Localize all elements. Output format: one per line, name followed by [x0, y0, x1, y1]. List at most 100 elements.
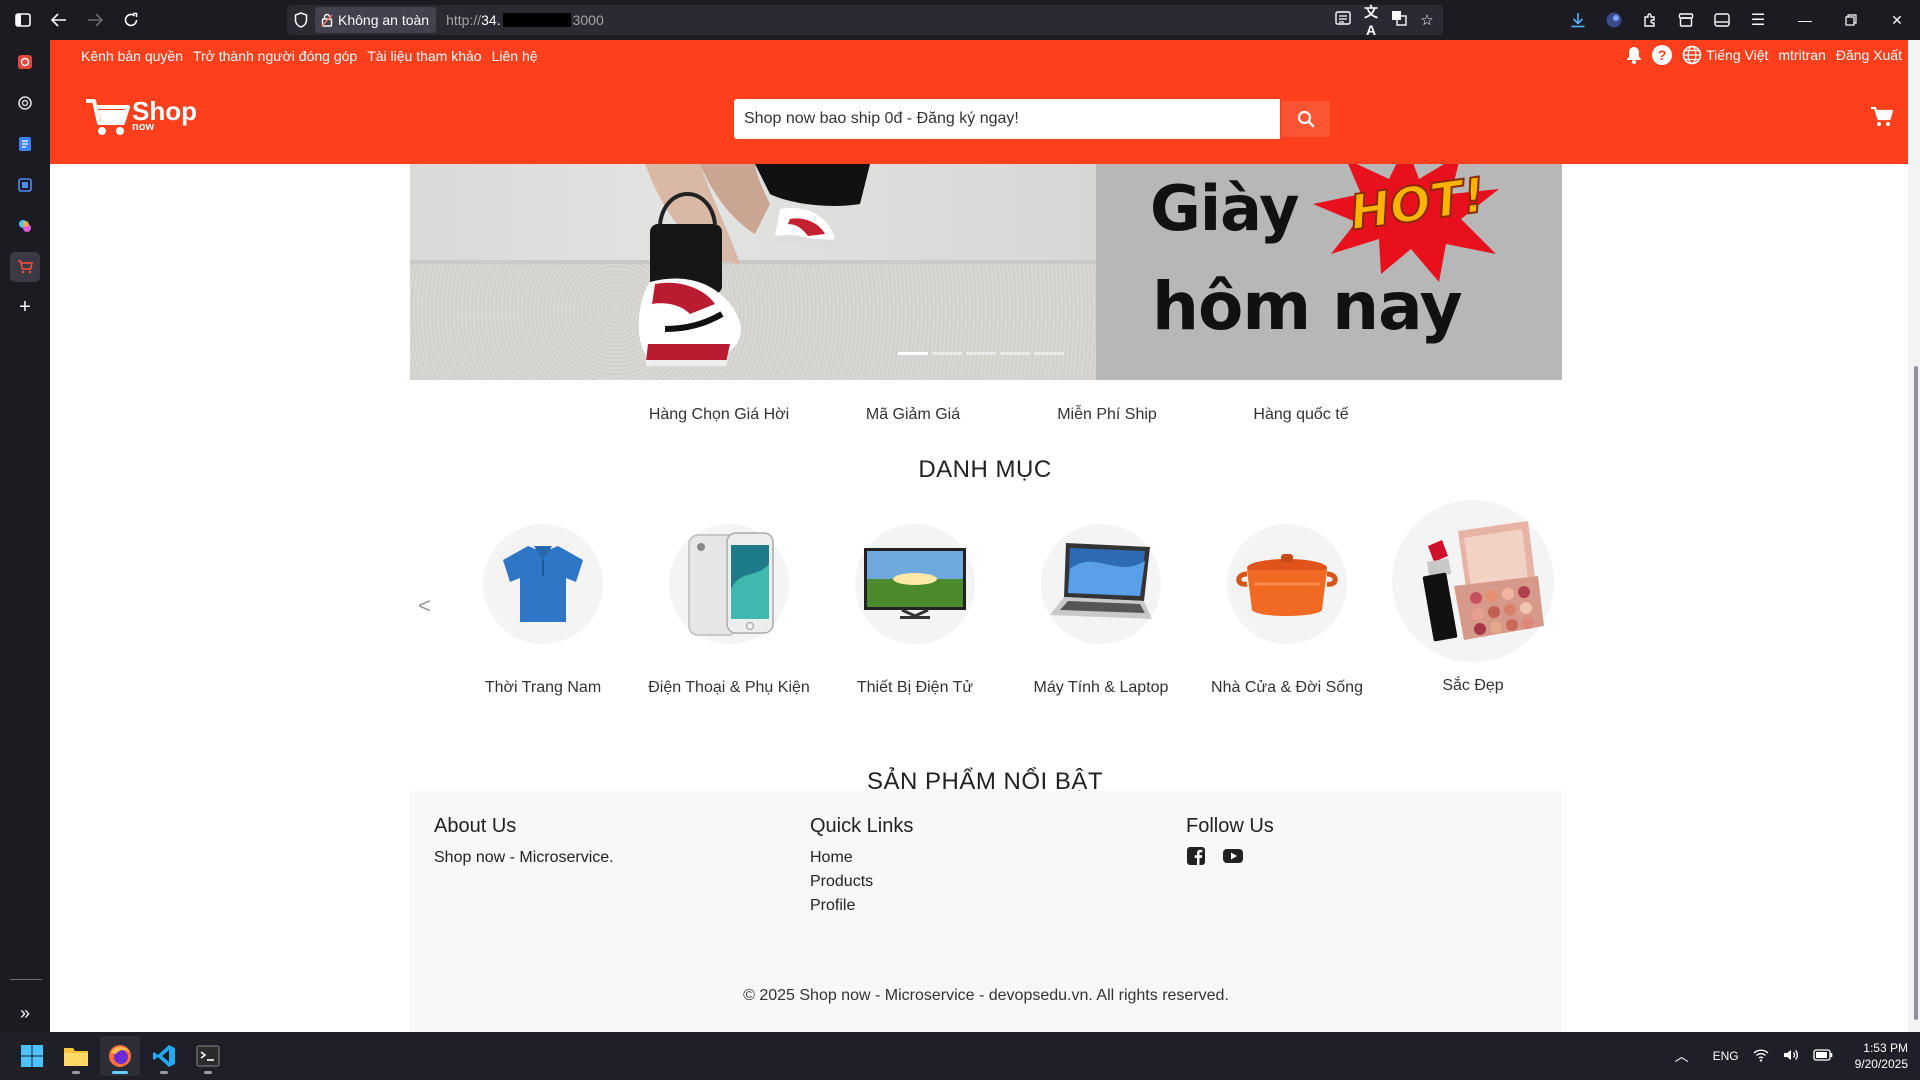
- app-menu-icon[interactable]: ☰: [1740, 0, 1776, 40]
- footer-link-home[interactable]: Home: [810, 846, 913, 870]
- page-scrollbar[interactable]: [1908, 40, 1920, 1032]
- insecure-connection-badge[interactable]: Không an toàn: [315, 7, 437, 33]
- carousel-dots: [898, 352, 1064, 355]
- add-panel-icon[interactable]: +: [10, 292, 40, 322]
- footer-link-products[interactable]: Products: [810, 870, 913, 894]
- page-viewport: Kênh bản quyền Trở thành người đóng góp …: [50, 40, 1920, 1032]
- shopping-cart-logo-icon: [86, 99, 130, 135]
- language-selector[interactable]: Tiếng Việt: [1682, 45, 1768, 65]
- carousel-dot[interactable]: [1000, 352, 1030, 355]
- help-icon[interactable]: ?: [1652, 45, 1673, 65]
- top-link-copyright-channel[interactable]: Kênh bản quyền: [81, 48, 183, 64]
- volume-icon[interactable]: [1783, 1048, 1799, 1065]
- search-button[interactable]: [1280, 99, 1332, 139]
- extension-app-icon[interactable]: [10, 170, 40, 200]
- footer-link-profile[interactable]: Profile: [810, 894, 913, 918]
- scrollbar-thumb[interactable]: [1914, 366, 1918, 1020]
- containers-icon[interactable]: [1668, 0, 1704, 40]
- banner-text-panel: Giày hôm nay HOT!: [1096, 164, 1562, 380]
- logout-link[interactable]: Đăng Xuất: [1836, 47, 1902, 63]
- lipstick-icon: [1422, 521, 1544, 642]
- pot-icon: [1236, 554, 1338, 616]
- browser-toolbar: Không an toàn http://34. 3000 文A ☆ ☰ — ✕: [0, 0, 1920, 40]
- hero-banner[interactable]: Giày hôm nay HOT!: [410, 164, 1562, 380]
- browser-sidebar: + »: [0, 40, 50, 1032]
- facebook-icon[interactable]: [1186, 846, 1206, 871]
- category-carousel: Thời Trang Nam Điện Thoại & Phụ Kiện Thi…: [450, 500, 1566, 700]
- carousel-dot[interactable]: [966, 352, 996, 355]
- forward-icon[interactable]: [77, 2, 113, 38]
- category-item[interactable]: Thiết Bị Điện Tử: [822, 500, 1008, 700]
- start-button[interactable]: [12, 1036, 52, 1076]
- top-link-reference-docs[interactable]: Tài liệu tham khảo: [367, 48, 481, 64]
- reader-view-icon[interactable]: [1333, 11, 1353, 29]
- restore-icon[interactable]: [1828, 0, 1874, 40]
- sidebar-app-1-icon[interactable]: [10, 47, 40, 77]
- promo-best-deals[interactable]: Hàng Chọn Giá Hời: [622, 406, 816, 424]
- carousel-dot[interactable]: [1034, 352, 1064, 355]
- input-language[interactable]: ENG: [1713, 1049, 1739, 1063]
- reload-icon[interactable]: [113, 2, 149, 38]
- translate-icon[interactable]: 文A: [1361, 2, 1381, 38]
- vscode-button[interactable]: [144, 1036, 184, 1076]
- minimize-icon[interactable]: —: [1782, 0, 1828, 40]
- page-translate-icon[interactable]: [1389, 10, 1409, 30]
- site-header: Kênh bản quyền Trở thành người đóng góp …: [50, 40, 1920, 164]
- carousel-dot[interactable]: [932, 352, 962, 355]
- footer-about-title: About Us: [434, 815, 517, 837]
- notification-bell-icon[interactable]: [1626, 46, 1642, 64]
- hot-burst-badge: HOT!: [1313, 164, 1499, 282]
- username-link[interactable]: mtritran: [1778, 47, 1825, 63]
- promo-international[interactable]: Hàng quốc tế: [1204, 406, 1398, 424]
- promo-free-ship[interactable]: Miễn Phí Ship: [1010, 406, 1204, 424]
- notes-icon[interactable]: [10, 129, 40, 159]
- firefox-button[interactable]: [100, 1036, 140, 1076]
- cart-icon[interactable]: [1870, 106, 1894, 133]
- sidebar-toggle-icon[interactable]: [5, 2, 41, 38]
- categories-prev-button[interactable]: <: [418, 593, 431, 619]
- top-link-become-contributor[interactable]: Trở thành người đóng góp: [193, 48, 357, 64]
- sneaker-photo-illustration: [638, 164, 870, 366]
- taskbar-clock[interactable]: 1:53 PM 9/20/2025: [1855, 1040, 1908, 1072]
- bookmark-star-icon[interactable]: ☆: [1417, 11, 1437, 29]
- category-item[interactable]: Máy Tính & Laptop: [1008, 500, 1194, 700]
- wifi-icon[interactable]: [1753, 1048, 1769, 1065]
- extensions-icon[interactable]: [1632, 0, 1668, 40]
- tracking-shield-icon[interactable]: [287, 12, 315, 28]
- back-icon[interactable]: [41, 2, 77, 38]
- file-explorer-button[interactable]: [56, 1036, 96, 1076]
- close-window-icon[interactable]: ✕: [1874, 0, 1920, 40]
- sidebar-panel-icon[interactable]: [1704, 0, 1740, 40]
- phone-icon: [688, 532, 774, 636]
- chatgpt-icon[interactable]: [10, 88, 40, 118]
- shop-logo[interactable]: Shop now: [86, 98, 197, 138]
- windows-logo-icon: [21, 1045, 43, 1067]
- category-item[interactable]: Thời Trang Nam: [450, 500, 636, 700]
- header-account-area: ? Tiếng Việt mtritran Đăng Xuất: [1626, 45, 1902, 65]
- redacted-host: [502, 13, 571, 27]
- security-label: Không an toàn: [338, 12, 430, 28]
- tray-overflow-icon[interactable]: ︿: [1675, 1046, 1689, 1066]
- promo-discount-codes[interactable]: Mã Giảm Giá: [816, 406, 1010, 424]
- copyright-text: © 2025 Shop now - Microservice - devopse…: [743, 987, 1229, 1004]
- category-item[interactable]: Sắc Đẹp: [1380, 500, 1566, 700]
- battery-icon[interactable]: [1812, 1048, 1833, 1064]
- url-text[interactable]: http://34. 3000: [446, 12, 604, 28]
- folder-icon: [64, 1048, 88, 1066]
- carousel-dot[interactable]: [898, 352, 928, 355]
- system-tray: ︿ ENG 1:53 PM 9/20/2025: [1675, 1032, 1908, 1080]
- firefox-icon: [109, 1045, 131, 1067]
- category-item[interactable]: Điện Thoại & Phụ Kiện: [636, 500, 822, 700]
- copilot-icon[interactable]: [10, 211, 40, 241]
- youtube-icon[interactable]: [1222, 846, 1244, 871]
- downloads-icon[interactable]: [1560, 0, 1596, 40]
- account-icon[interactable]: [1596, 0, 1632, 40]
- top-link-contact[interactable]: Liên hệ: [492, 48, 538, 64]
- category-item[interactable]: Nhà Cửa & Đời Sống: [1194, 500, 1380, 700]
- terminal-button[interactable]: [188, 1036, 228, 1076]
- shop-tab-icon[interactable]: [10, 252, 40, 282]
- footer-follow-title: Follow Us: [1186, 815, 1274, 837]
- url-bar[interactable]: Không an toàn http://34. 3000 文A ☆: [287, 2, 1443, 38]
- search-input[interactable]: [734, 99, 1280, 139]
- expand-sidebar-icon[interactable]: »: [10, 998, 40, 1028]
